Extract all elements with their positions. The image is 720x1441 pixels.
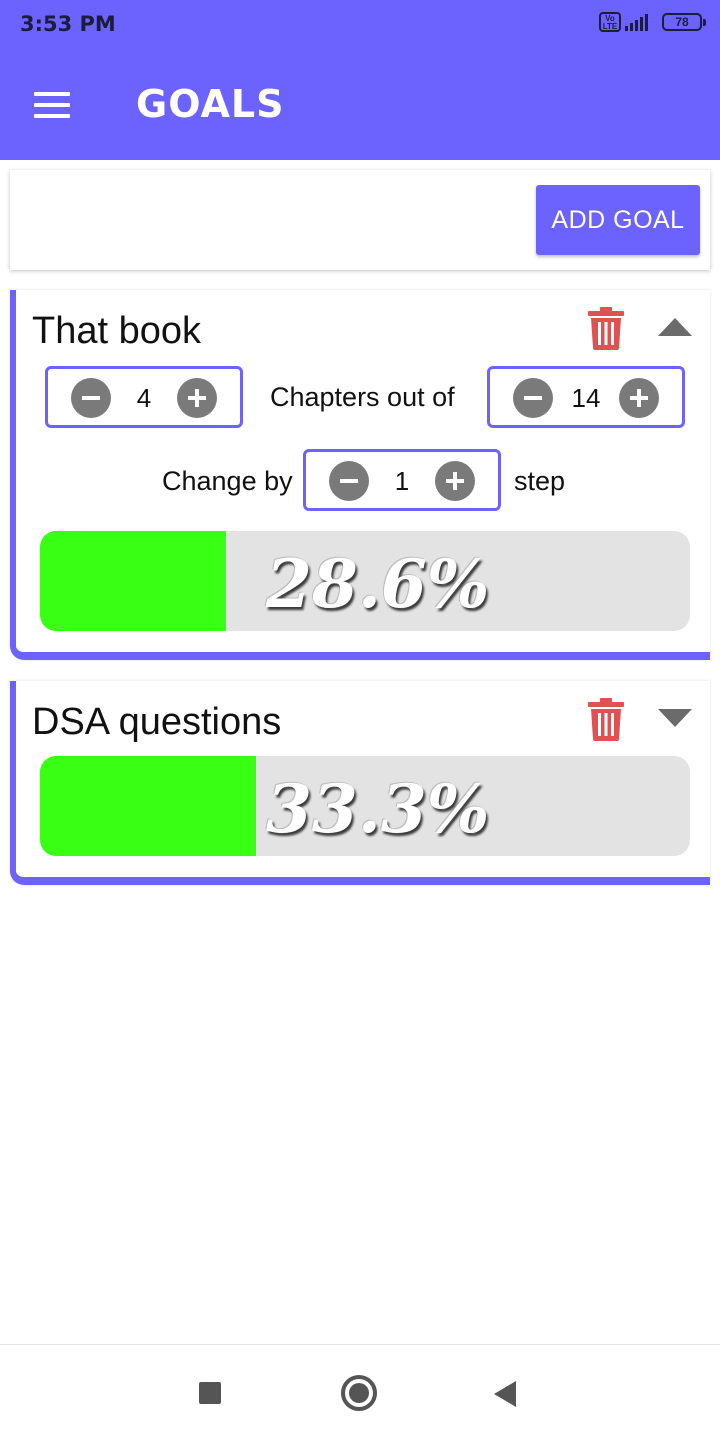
- change-by-label: Change by: [162, 466, 293, 496]
- trash-icon[interactable]: [586, 306, 626, 350]
- status-bar: 3:53 PM Vo LTE 78: [0, 0, 720, 50]
- home-icon[interactable]: [341, 1375, 377, 1411]
- current-stepper: 4: [45, 366, 243, 428]
- add-goal-button[interactable]: ADD GOAL: [536, 185, 700, 255]
- unit-label: Chapters out of: [270, 382, 455, 412]
- back-icon[interactable]: [494, 1381, 516, 1407]
- progress-fill: [40, 756, 257, 856]
- goal-card: That book 4 Chapters out of 14 Change by…: [10, 290, 710, 660]
- status-icons: Vo LTE 78: [599, 12, 706, 32]
- status-time: 3:53 PM: [20, 12, 116, 36]
- decrement-button[interactable]: [513, 378, 553, 418]
- decrement-button[interactable]: [329, 461, 369, 501]
- increment-button[interactable]: [619, 378, 659, 418]
- increment-button[interactable]: [435, 461, 475, 501]
- total-stepper: 14: [487, 366, 685, 428]
- system-nav-bar: [0, 1344, 720, 1441]
- progress-fill: [40, 531, 226, 631]
- signal-icon: [625, 13, 648, 31]
- app-bar: GOALS: [0, 50, 720, 160]
- progress-bar: 33.3%: [40, 756, 690, 856]
- current-value[interactable]: 4: [112, 383, 176, 414]
- page-title: GOALS: [136, 82, 285, 126]
- battery-level: 78: [675, 15, 689, 29]
- collapse-arrow-icon[interactable]: [658, 318, 692, 336]
- progress-text: 28.6%: [266, 545, 490, 623]
- expand-arrow-icon[interactable]: [658, 709, 692, 727]
- hamburger-menu-icon[interactable]: [34, 92, 70, 118]
- goal-title: That book: [32, 310, 201, 352]
- trash-icon[interactable]: [586, 697, 626, 741]
- add-goal-card: ADD GOAL: [10, 170, 710, 270]
- progress-text: 33.3%: [266, 770, 490, 848]
- step-label: step: [514, 466, 566, 496]
- goal-title: DSA questions: [32, 701, 282, 743]
- progress-bar: 28.6%: [40, 531, 690, 631]
- goal-card: DSA questions 33.3%: [10, 681, 710, 885]
- step-value[interactable]: 1: [370, 466, 434, 497]
- decrement-button[interactable]: [71, 378, 111, 418]
- increment-button[interactable]: [177, 378, 217, 418]
- total-value[interactable]: 14: [554, 383, 618, 414]
- recents-icon[interactable]: [199, 1382, 221, 1404]
- battery-icon: 78: [662, 13, 706, 31]
- volte-icon: Vo LTE: [599, 12, 621, 32]
- step-stepper: 1: [303, 449, 501, 511]
